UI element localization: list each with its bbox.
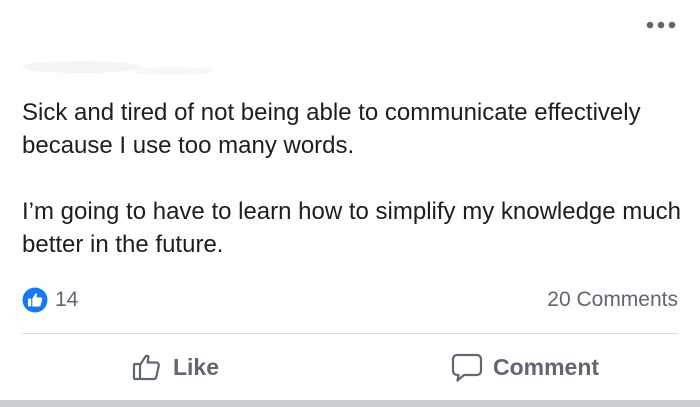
more-horizontal-icon [646, 21, 676, 29]
comment-button[interactable]: Comment [350, 334, 700, 400]
post-action-bar: Like Comment [0, 334, 700, 400]
like-reaction-icon [22, 287, 48, 313]
comment-button-label: Comment [492, 353, 600, 380]
post-paragraph: I’m going to have to learn how to simpli… [22, 198, 681, 258]
like-button-label: Like [172, 353, 220, 380]
post-separator-band [0, 400, 700, 407]
thumbs-up-outline-icon [132, 354, 160, 381]
reaction-count: 14 [55, 288, 79, 311]
post-options-button[interactable] [642, 12, 680, 38]
feed-post: Sick and tired of not being able to comm… [0, 0, 700, 407]
post-body: Sick and tired of not being able to comm… [22, 96, 682, 261]
redacted-author-area [22, 61, 212, 75]
reactions-summary[interactable]: 14 [22, 286, 78, 314]
comments-count-link[interactable]: 20 Comments [547, 286, 678, 314]
speech-bubble-icon [451, 353, 483, 382]
post-paragraph: Sick and tired of not being able to comm… [22, 99, 641, 159]
like-button[interactable]: Like [0, 334, 350, 400]
